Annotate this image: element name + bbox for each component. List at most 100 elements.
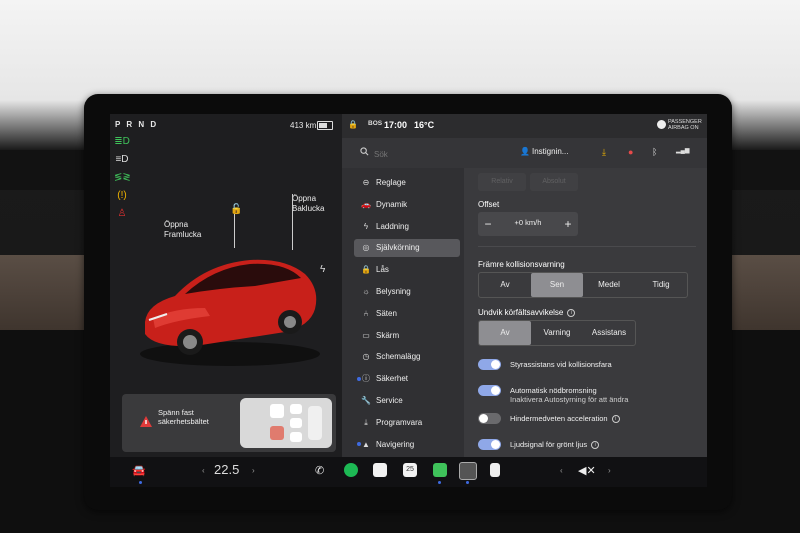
sidebar-item-5[interactable]: 🔒 Lås [354, 261, 460, 279]
sidebar-item-label: Reglage [376, 178, 406, 187]
unlock-icon[interactable]: 🔓 [230, 204, 242, 215]
speed-offset-mode-tabs[interactable]: Relativ Absolut [478, 170, 588, 191]
sidebar-item-8[interactable]: ▭ Skärm [354, 327, 460, 345]
calendar-icon[interactable]: 25 [403, 463, 417, 477]
bell-icon[interactable]: ● [628, 147, 633, 157]
sidebar-item-7[interactable]: ⑃ Säten [354, 305, 460, 323]
battery-icon [317, 121, 333, 130]
display-icon: ▭ [362, 330, 370, 340]
seatbelt-alert-card[interactable]: Spänn fast säkerhetsbältet [122, 394, 336, 452]
seat-occupancy-diagram [240, 398, 332, 448]
open-trunk-label[interactable]: Öppna Baklucka [292, 194, 324, 214]
car-icon[interactable]: 🚘 [132, 464, 146, 477]
option-sen[interactable]: Sen [531, 273, 583, 297]
offset-title: Offset [478, 200, 500, 209]
toggle-icon: ⊖ [362, 178, 370, 187]
parking-light-icon: ≡D [115, 154, 129, 165]
download-icon[interactable]: ⤓ [602, 147, 606, 158]
sidebar-item-1[interactable]: ⊖ Reglage [354, 174, 460, 192]
info-icon[interactable]: i [611, 415, 620, 424]
notes-app-icon[interactable] [373, 463, 387, 477]
sidebar-item-label: Säten [376, 308, 397, 318]
bolt-icon: ϟ [363, 221, 369, 231]
sidebar-item-9[interactable]: ◷ Schemalägg [354, 348, 460, 366]
sidebar-item-3[interactable]: ϟ Laddning [354, 218, 460, 236]
option-assistans[interactable]: Assistans [583, 321, 635, 345]
search-icon [360, 147, 369, 156]
info-icon[interactable]: i [567, 308, 576, 317]
lock-status-icon[interactable]: 🔒 [348, 120, 358, 129]
warning-icon [140, 416, 152, 427]
toggle-switch[interactable] [478, 385, 501, 396]
sidebar-item-4[interactable]: ◎ Självkörning [354, 239, 460, 258]
toggle-switch[interactable] [478, 439, 501, 450]
gear-selector: P R N D [115, 120, 159, 129]
option-av[interactable]: Av [479, 273, 531, 297]
spotify-icon[interactable] [344, 463, 358, 477]
sidebar-item-2[interactable]: 🚗 Dynamik [354, 196, 460, 214]
volume-up-chevron-icon[interactable]: › [608, 466, 611, 475]
mute-icon[interactable]: ◀✕ [578, 464, 596, 477]
option-tidig[interactable]: Tidig [635, 273, 687, 297]
toggle-knob [491, 440, 500, 449]
touchscreen: P R N D 413 km ≣D ≡D ≶≷ (!) ♙ Öppna Fram… [110, 114, 707, 487]
lane-departure-selector: Av Varning Assistans [478, 320, 636, 346]
info-icon: ⓘ [362, 374, 370, 384]
energy-app-icon[interactable] [433, 463, 447, 477]
collision-warning-title: Främre kollisionsvarning [478, 260, 565, 269]
sidebar-item-label: Skärm [376, 330, 400, 340]
temp-down-chevron-icon[interactable]: ‹ [202, 466, 205, 475]
sidebar-item-11[interactable]: 🔧 Service [354, 392, 460, 410]
temp-up-chevron-icon[interactable]: › [252, 466, 255, 475]
option-medel[interactable]: Medel [583, 273, 635, 297]
passenger-airbag-status: PASSENGER AIRBAG ON [668, 119, 702, 131]
increase-button[interactable]: + [560, 215, 576, 233]
steering-wheel-icon: ◎ [362, 243, 370, 253]
profile-badge: BOS [368, 120, 383, 127]
alert-message: Spänn fast säkerhetsbältet [158, 408, 209, 426]
app-launcher-icon[interactable] [459, 462, 477, 480]
sidebar-item-6[interactable]: ☼ Belysning [354, 283, 460, 301]
sidebar-item-10[interactable]: ⓘ Säkerhet [354, 370, 460, 388]
sidebar-item-label: Säkerhet [376, 374, 409, 384]
car-model-image [140, 259, 320, 366]
sidebar-item-label: Lås [376, 265, 389, 275]
sidebar-item-label: Service [376, 396, 403, 405]
seatbelt-icon: ♙ [117, 208, 127, 219]
option-av[interactable]: Av [479, 321, 531, 345]
clock-icon: ◷ [362, 352, 370, 362]
wrench-icon: 🔧 [361, 396, 371, 405]
lte-signal-icon: ▂▄▆ [676, 148, 690, 154]
option-varning[interactable]: Varning [531, 321, 583, 345]
passenger-airbag-icon [657, 120, 666, 129]
nav-icon: ▲ [362, 439, 370, 449]
driver-profile[interactable]: Instignin... [532, 147, 568, 156]
info-icon[interactable]: i [591, 441, 600, 450]
volume-down-chevron-icon[interactable]: ‹ [560, 466, 563, 475]
search-input[interactable] [372, 146, 496, 162]
sidebar-item-13[interactable]: ▲ Navigering [354, 436, 460, 454]
toggle-knob [479, 414, 488, 423]
bottom-dock: 🚘 ‹ 22.5 › ✆ 25 ‹ ◀✕ › [110, 457, 707, 487]
outside-temperature: 16°C [414, 120, 435, 130]
download-icon: ⤓ [364, 417, 368, 427]
sidebar-item-12[interactable]: ⤓ Programvara [354, 414, 460, 432]
user-icon: 👤 [520, 147, 530, 156]
settings-header: 👤 Instignin... ⤓ ● ᛒ ▂▄▆ [342, 138, 707, 169]
sidebar-item-label: Programvara [376, 417, 423, 427]
toggle-knob [491, 386, 500, 395]
dashboard-trim-right [730, 255, 800, 330]
toggle-label: Styrassistans vid kollisionsfara [510, 360, 612, 369]
cabin-temperature[interactable]: 22.5 [214, 462, 239, 477]
dashcam-icon[interactable] [490, 463, 500, 477]
tire-pressure-icon: (!) [117, 190, 127, 201]
lane-departure-title: Undvik körfältsavvikelse i [478, 308, 576, 317]
toggle-switch[interactable] [478, 359, 501, 370]
sidebar-item-label: Belysning [376, 287, 411, 296]
sidebar-item-label: Navigering [376, 439, 415, 449]
bluetooth-icon[interactable]: ᛒ [652, 147, 657, 157]
toggle-label: Ljudsignal för grönt ljus i [510, 440, 600, 450]
decrease-button[interactable]: − [480, 215, 496, 233]
toggle-switch[interactable] [478, 413, 501, 424]
phone-icon[interactable]: ✆ [315, 464, 324, 477]
